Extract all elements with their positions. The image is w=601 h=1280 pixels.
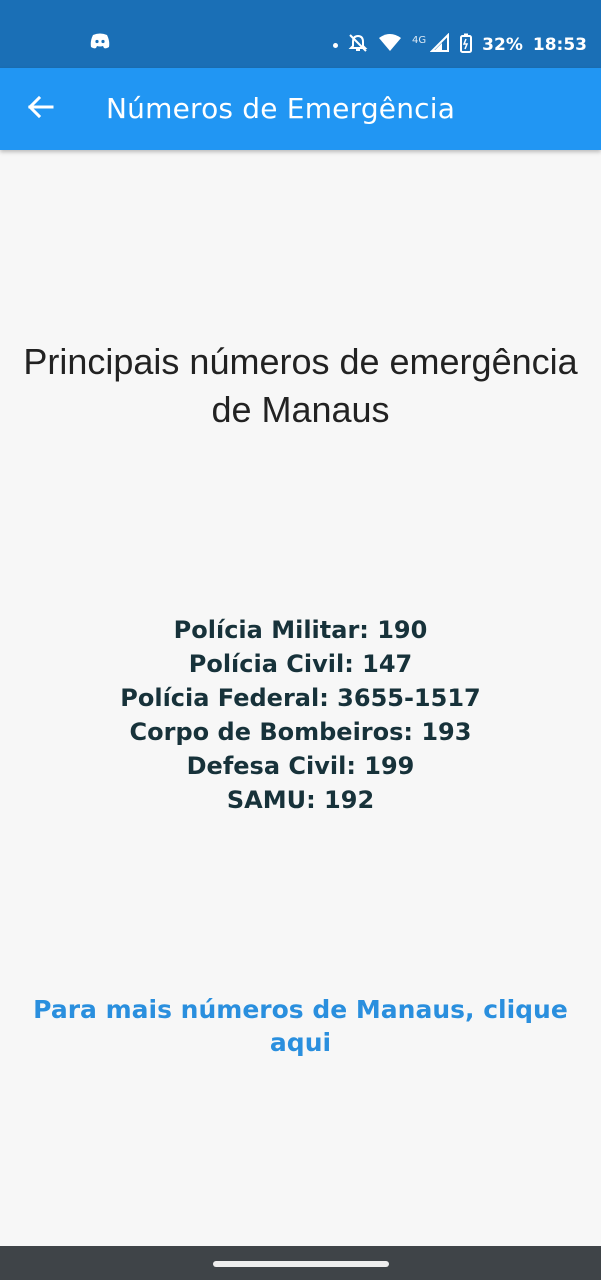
arrow-back-icon: [18, 95, 62, 133]
home-indicator[interactable]: [213, 1261, 389, 1267]
status-icons: 4G 32% 18:53: [333, 32, 587, 58]
status-bar: 4G 32% 18:53: [0, 0, 601, 68]
emergency-numbers-list: Polícia Militar: 190 Polícia Civil: 147 …: [0, 613, 601, 817]
more-numbers-link[interactable]: Para mais números de Manaus, clique aqui: [20, 993, 581, 1059]
page-title: Números de Emergência: [106, 92, 456, 125]
wifi-icon: [378, 33, 402, 58]
number-item-samu: SAMU: 192: [226, 786, 375, 814]
number-item-policia-federal: Polícia Federal: 3655-1517: [120, 684, 481, 712]
notification-dot-icon: [333, 42, 339, 48]
number-item-corpo-de-bombeiros: Corpo de Bombeiros: 193: [129, 718, 472, 746]
number-item-policia-civil: Polícia Civil: 147: [188, 650, 413, 678]
mute-icon: [348, 33, 368, 58]
number-item-defesa-civil: Defesa Civil: 199: [186, 752, 415, 780]
battery-percent: 32%: [482, 35, 523, 55]
back-button[interactable]: [18, 85, 62, 129]
app-bar: Números de Emergência: [0, 68, 601, 150]
main-heading: Principais números de emergência de Mana…: [23, 341, 578, 430]
navigation-bar: [0, 1246, 601, 1280]
discord-icon: [90, 33, 110, 54]
battery-icon: [460, 33, 473, 58]
clock: 18:53: [532, 35, 587, 55]
network-type: 4G: [412, 34, 427, 46]
number-item-policia-militar: Polícia Militar: 190: [173, 616, 428, 644]
signal-icon: [429, 32, 450, 58]
